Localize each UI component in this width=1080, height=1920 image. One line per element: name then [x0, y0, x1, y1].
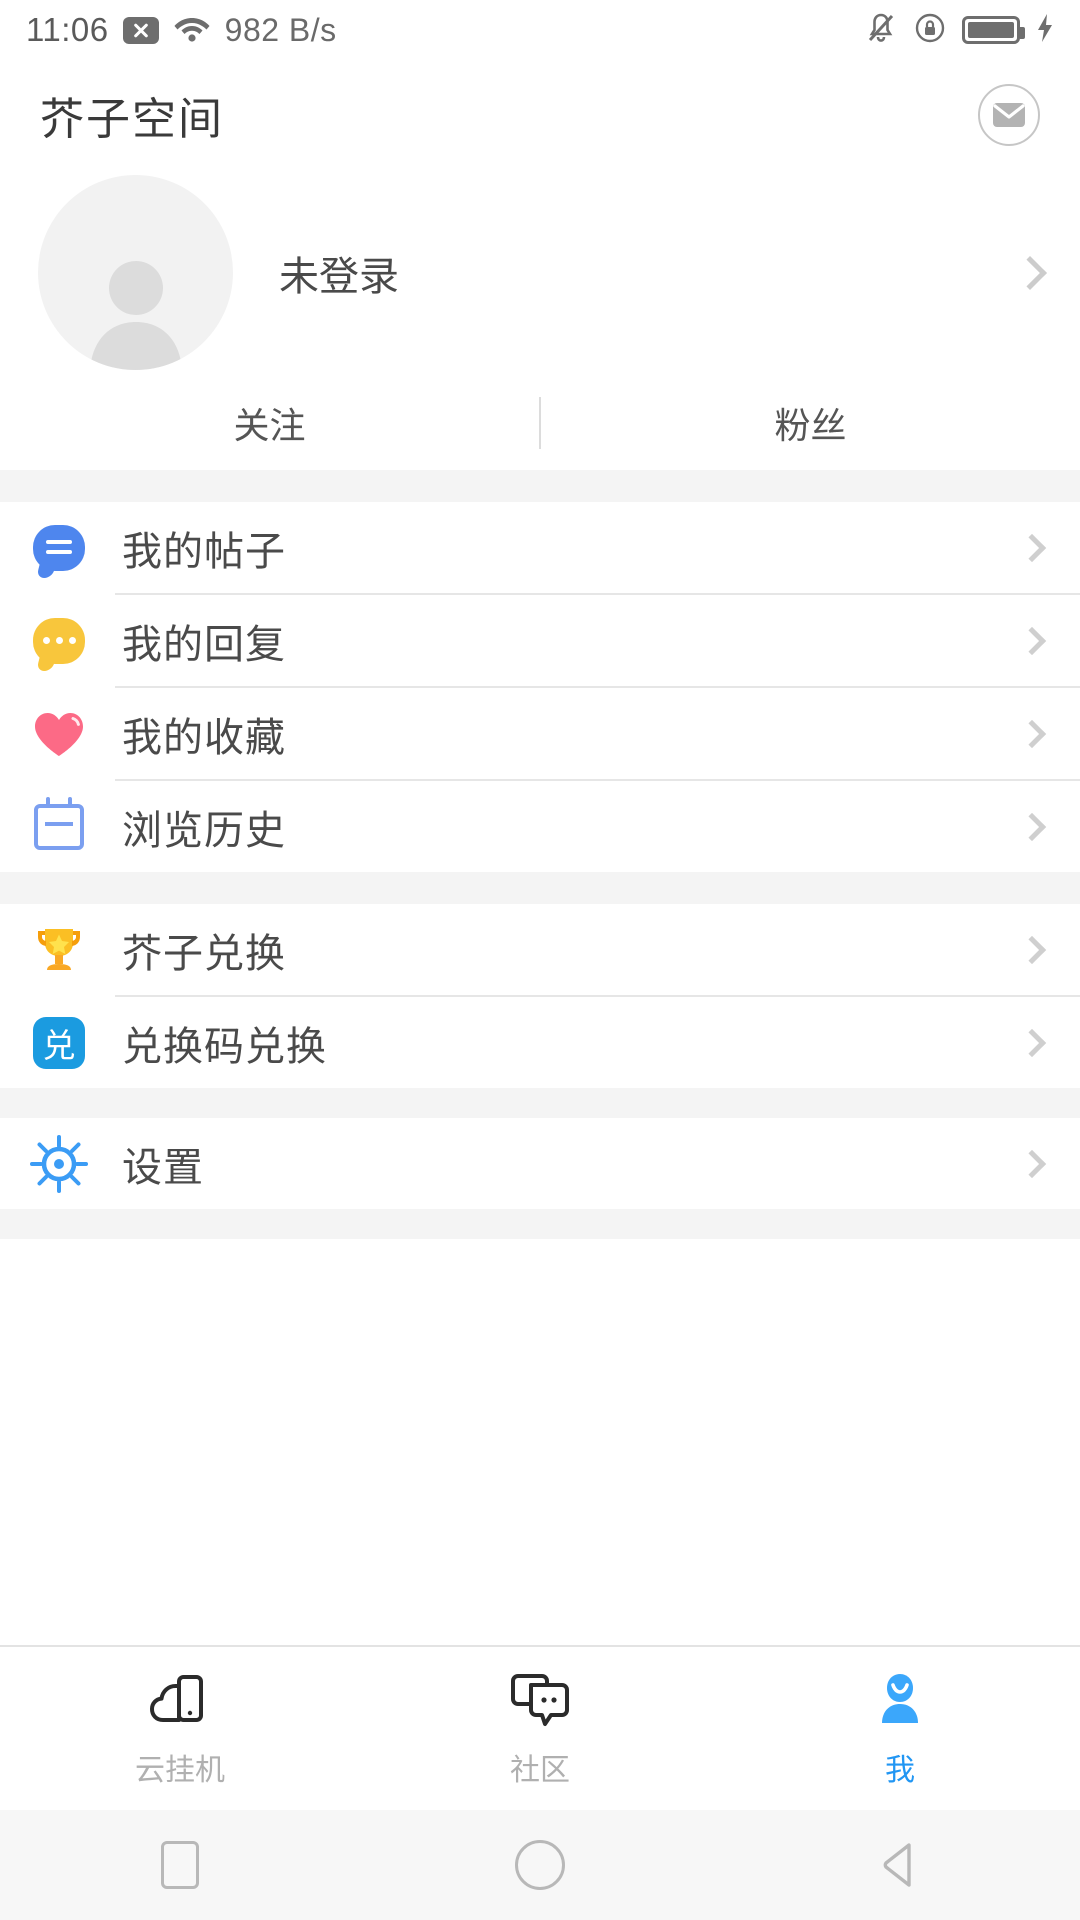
menu-group-content: 我的帖子 我的回复 我的收藏 浏览历史: [0, 502, 1080, 872]
menu-item-settings[interactable]: 设置: [0, 1118, 1080, 1209]
chevron-right-icon: [1017, 533, 1047, 562]
menu-item-seed-exchange[interactable]: 芥子兑换: [0, 904, 1080, 995]
menu-item-label: 设置: [122, 1145, 204, 1190]
charging-bolt-icon: [1036, 13, 1054, 48]
menu-item-label: 我的帖子: [122, 529, 286, 574]
redeem-code-glyph: 兑: [33, 1016, 85, 1069]
calendar-history-icon: [28, 796, 90, 850]
menu-item-label: 浏览历史: [122, 808, 286, 853]
chevron-right-icon: [1017, 1149, 1047, 1178]
trophy-icon: [28, 922, 90, 978]
menu-group-exchange: 芥子兑换 兑 兑换码兑换: [0, 904, 1080, 1088]
page-title: 芥子空间: [40, 95, 224, 144]
menu-item-my-replies[interactable]: 我的回复: [0, 595, 1080, 686]
section-gap: [0, 470, 1080, 502]
home-circle-icon[interactable]: [360, 1840, 720, 1890]
community-chat-icon: [509, 1669, 571, 1731]
app-header: 芥子空间: [0, 60, 1080, 170]
status-time: 11:06: [26, 11, 109, 48]
chevron-right-icon: [1017, 1028, 1047, 1057]
menu-group-settings: 设置: [0, 1118, 1080, 1209]
reply-bubble-icon: [28, 617, 90, 664]
social-stats-row: 关注 粉丝: [0, 375, 1080, 470]
android-nav-bar: [0, 1810, 1080, 1920]
section-gap: [0, 1209, 1080, 1239]
post-bubble-icon: [28, 524, 90, 571]
status-bar: 11:06 982 B/s: [0, 0, 1080, 60]
profile-name: 未登录: [279, 254, 399, 299]
recents-square-icon[interactable]: [0, 1841, 360, 1889]
menu-item-browse-history[interactable]: 浏览历史: [0, 781, 1080, 872]
empty-content-area: [0, 1239, 1080, 1645]
redeem-code-icon: 兑: [28, 1016, 90, 1069]
rotation-lock-icon: [914, 12, 946, 49]
back-triangle-icon[interactable]: [720, 1840, 1080, 1890]
chevron-right-icon: [1013, 255, 1047, 290]
menu-item-label: 我的回复: [122, 622, 286, 667]
menu-item-label: 兑换码兑换: [122, 1024, 327, 1069]
heart-icon: [28, 710, 90, 758]
tab-me[interactable]: 我: [720, 1669, 1080, 1789]
fans-tab[interactable]: 粉丝: [541, 397, 1080, 449]
bell-muted-icon: [864, 11, 898, 50]
chevron-right-icon: [1017, 719, 1047, 748]
tab-community[interactable]: 社区: [360, 1669, 720, 1789]
x-message-icon: [122, 16, 159, 44]
following-tab[interactable]: 关注: [0, 397, 539, 449]
battery-icon: [962, 16, 1025, 44]
status-bar-left: 11:06 982 B/s: [26, 11, 337, 49]
profile-row[interactable]: 未登录: [0, 170, 1080, 375]
envelope-icon[interactable]: [978, 84, 1040, 146]
menu-item-redeem-code[interactable]: 兑 兑换码兑换: [0, 997, 1080, 1088]
tab-label: 社区: [510, 1753, 570, 1787]
network-speed: 982 B/s: [224, 11, 337, 48]
bottom-tab-bar: 云挂机 社区 我: [0, 1645, 1080, 1810]
tab-cloud-host[interactable]: 云挂机: [0, 1669, 360, 1789]
section-gap: [0, 1088, 1080, 1118]
settings-gear-icon: [28, 1134, 90, 1193]
default-avatar-icon: [38, 175, 233, 370]
app-screen: 11:06 982 B/s 芥子空间 未登录 关注 粉丝 我的帖子 我的回复 我…: [0, 0, 1080, 1920]
cloud-phone-icon: [149, 1669, 211, 1731]
status-bar-right: [864, 11, 1054, 50]
chevron-right-icon: [1017, 935, 1047, 964]
tab-label: 我: [885, 1753, 915, 1787]
tab-label: 云挂机: [135, 1753, 225, 1787]
menu-item-label: 芥子兑换: [122, 931, 286, 976]
chevron-right-icon: [1017, 812, 1047, 841]
menu-item-label: 我的收藏: [122, 715, 286, 760]
chevron-right-icon: [1017, 626, 1047, 655]
menu-item-my-posts[interactable]: 我的帖子: [0, 502, 1080, 593]
menu-item-my-favorites[interactable]: 我的收藏: [0, 688, 1080, 779]
wifi-icon: [173, 13, 211, 48]
person-icon: [871, 1669, 929, 1731]
section-gap: [0, 872, 1080, 904]
